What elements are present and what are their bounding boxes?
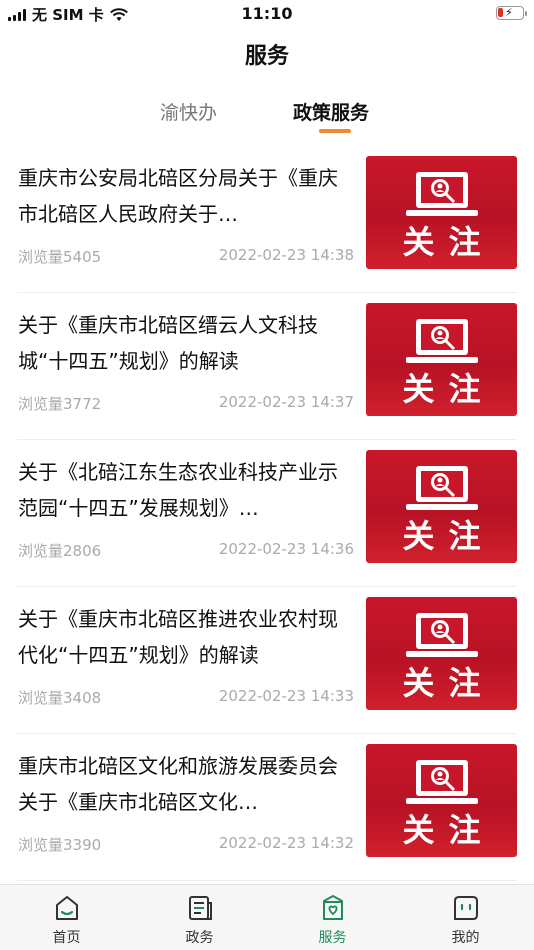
clock: 11:10: [241, 4, 293, 23]
tab-policy-service[interactable]: 政策服务: [293, 98, 369, 125]
tab-active-indicator: [319, 129, 351, 133]
home-icon: [55, 896, 78, 920]
article-title: 重庆市北碚区文化和旅游发展委员会关于《重庆市北碚区文化…: [18, 754, 338, 814]
monitor-search-icon: [406, 613, 478, 657]
thumbnail-caption: 关注: [402, 370, 495, 408]
nav-service[interactable]: 服务: [266, 885, 399, 950]
nav-home[interactable]: 首页: [0, 885, 133, 950]
thumbnail-caption: 关注: [402, 811, 495, 849]
monitor-search-icon: [406, 466, 478, 510]
nav-government[interactable]: 政务: [133, 885, 266, 950]
page-title: 服务: [244, 44, 289, 69]
publish-date: 2022-02-23 14:38: [218, 246, 354, 264]
view-count: 浏览量3390: [18, 836, 102, 854]
list-item[interactable]: 关于《重庆市北碚区推进农业农村现代化“十四五”规划》的解读 浏览量3408 20…: [17, 587, 517, 734]
tab-yukuaiban[interactable]: 渝快办: [160, 98, 217, 125]
article-title: 重庆市公安局北碚区分局关于《重庆市北碚区人民政府关于…: [18, 166, 338, 226]
monitor-search-icon: [406, 319, 478, 363]
thumbnail-caption: 关注: [402, 664, 495, 702]
monitor-search-icon: [406, 760, 478, 804]
publish-date: 2022-02-23 14:32: [218, 834, 354, 852]
battery-icon: ⚡: [496, 6, 527, 20]
service-icon: [322, 895, 343, 920]
article-thumbnail: 关注: [366, 744, 517, 857]
article-thumbnail: 关注: [366, 450, 517, 563]
nav-label: 首页: [52, 930, 81, 946]
view-count: 浏览量3408: [18, 689, 102, 707]
article-thumbnail: 关注: [366, 303, 517, 416]
nav-profile[interactable]: 我的: [399, 885, 532, 950]
article-title: 关于《重庆市北碚区推进农业农村现代化“十四五”规划》的解读: [18, 607, 338, 667]
profile-icon: [453, 896, 478, 920]
thumbnail-caption: 关注: [402, 223, 495, 261]
publish-date: 2022-02-23 14:33: [218, 687, 354, 705]
nav-label: 我的: [451, 930, 480, 946]
article-title: 关于《北碚江东生态农业科技产业示范园“十四五”发展规划》…: [18, 460, 338, 520]
view-count: 浏览量2806: [18, 542, 102, 560]
article-thumbnail: 关注: [366, 597, 517, 710]
status-bar: 无 SIM 卡 11:10 ⚡: [0, 0, 534, 28]
monitor-search-icon: [406, 172, 478, 216]
list-item[interactable]: 关于《重庆市北碚区缙云人文科技城“十四五”规划》的解读 浏览量3772 2022…: [17, 293, 517, 440]
article-thumbnail: 关注: [366, 156, 517, 269]
publish-date: 2022-02-23 14:37: [218, 393, 354, 411]
article-list: 重庆市公安局北碚区分局关于《重庆市北碚区人民政府关于… 浏览量5405 2022…: [0, 146, 534, 881]
nav-label: 服务: [318, 930, 347, 946]
tab-bar: 渝快办 政策服务: [0, 98, 534, 138]
view-count: 浏览量3772: [18, 395, 102, 413]
document-icon: [188, 896, 212, 920]
thumbnail-caption: 关注: [402, 517, 495, 555]
nav-label: 政务: [185, 930, 214, 946]
publish-date: 2022-02-23 14:36: [218, 540, 354, 558]
bottom-nav: 首页 政务 服务 我的: [0, 884, 534, 950]
list-item[interactable]: 关于《北碚江东生态农业科技产业示范园“十四五”发展规划》… 浏览量2806 20…: [17, 440, 517, 587]
list-item[interactable]: 重庆市公安局北碚区分局关于《重庆市北碚区人民政府关于… 浏览量5405 2022…: [17, 146, 517, 293]
article-title: 关于《重庆市北碚区缙云人文科技城“十四五”规划》的解读: [18, 313, 318, 373]
view-count: 浏览量5405: [18, 248, 102, 266]
list-item[interactable]: 重庆市北碚区文化和旅游发展委员会关于《重庆市北碚区文化… 浏览量3390 202…: [17, 734, 517, 881]
